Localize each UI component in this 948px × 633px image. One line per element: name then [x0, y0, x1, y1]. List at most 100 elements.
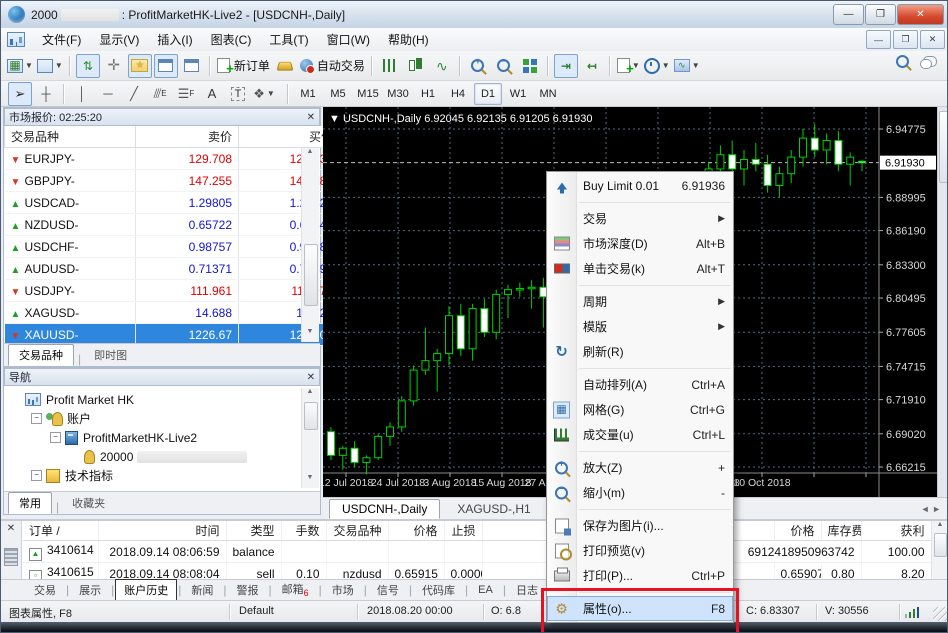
- market-watch-row[interactable]: ▲USDCHF-0.987570.98781: [5, 236, 340, 258]
- market-watch-row[interactable]: ▲NZDUSD-0.657220.65745: [5, 214, 340, 236]
- vertical-line-button[interactable]: │: [70, 82, 94, 106]
- expander-icon[interactable]: −: [31, 470, 42, 481]
- timeframe-w1[interactable]: W1: [504, 83, 532, 105]
- terminal-tab-6[interactable]: 市场: [323, 579, 363, 601]
- context-menu-item-3[interactable]: 市场深度(D)Alt+B: [547, 231, 733, 256]
- mdi-restore-button[interactable]: ❐: [893, 30, 918, 49]
- menu-item-0[interactable]: 文件(F): [33, 30, 90, 50]
- tab-navigator-1[interactable]: 收藏夹: [61, 492, 116, 514]
- terminal-tab-9[interactable]: EA: [469, 581, 502, 599]
- term-col-2[interactable]: 类型: [226, 521, 281, 541]
- terminal-tab-2[interactable]: 账户历史: [115, 579, 177, 601]
- market-watch-toggle-button[interactable]: [154, 54, 178, 78]
- fibonacci-button[interactable]: ☰F: [174, 82, 198, 106]
- minimize-button[interactable]: —: [833, 4, 864, 25]
- close-button[interactable]: ✕: [897, 4, 944, 25]
- context-menu-item-0[interactable]: Buy Limit 0.016.91936: [547, 173, 733, 198]
- terminal-tab-1[interactable]: 展示: [70, 579, 110, 601]
- menu-item-6[interactable]: 帮助(H): [379, 30, 438, 50]
- chat-icon[interactable]: [923, 56, 937, 67]
- text-label-button[interactable]: T: [226, 82, 250, 106]
- context-menu-item-4[interactable]: 单击交易(k)Alt+T: [547, 256, 733, 281]
- restore-button[interactable]: ❐: [865, 4, 896, 25]
- terminal-scrollbar[interactable]: ▲: [931, 521, 948, 579]
- term-col-1[interactable]: 时间: [98, 521, 226, 541]
- tick-chart-button[interactable]: ⇅: [76, 54, 100, 78]
- text-button[interactable]: A: [200, 82, 224, 106]
- chart-tab-0[interactable]: USDCNH-,Daily: [329, 499, 440, 519]
- symbols-button[interactable]: ★: [128, 54, 152, 78]
- mdi-minimize-button[interactable]: —: [866, 30, 891, 49]
- tree-item-3[interactable]: 20000: [4, 447, 320, 466]
- tree-item-2[interactable]: −ProfitMarketHK-Live2: [4, 428, 320, 447]
- chart-tab-1[interactable]: XAGUSD-,H1: [444, 499, 543, 519]
- context-menu-item-18[interactable]: 打印预览(v): [547, 538, 733, 563]
- terminal-tab-5[interactable]: 邮箱6: [273, 578, 318, 601]
- terminal-tab-0[interactable]: 交易: [25, 579, 65, 601]
- tab-market-watch-0[interactable]: 交易品种: [8, 344, 74, 366]
- history-row[interactable]: ▲34106142018.09.14 08:06:59balance691241…: [23, 541, 931, 563]
- term-col-6[interactable]: 止损: [444, 521, 482, 541]
- navigator-titlebar[interactable]: 导航 ✕: [4, 368, 320, 386]
- tab-scroll-arrows[interactable]: ◄ ►: [921, 504, 941, 514]
- term-col-10[interactable]: 获利: [861, 521, 931, 541]
- context-menu-item-6[interactable]: 周期▶: [547, 289, 733, 314]
- context-menu-item-10[interactable]: 自动排列(A)Ctrl+A: [547, 372, 733, 397]
- new-order-button[interactable]: 新订单: [216, 54, 271, 78]
- context-menu-item-7[interactable]: 模版▶: [547, 314, 733, 339]
- tile-windows-button[interactable]: [518, 54, 542, 78]
- expander-icon[interactable]: −: [31, 413, 42, 424]
- tab-navigator-0[interactable]: 常用: [8, 492, 52, 514]
- channel-button[interactable]: ⫻E: [148, 82, 172, 106]
- terminal-tab-8[interactable]: 代码库: [413, 579, 464, 601]
- close-icon[interactable]: ✕: [307, 372, 315, 383]
- navigator-scrollbar[interactable]: ▲ ▼: [301, 388, 319, 488]
- auto-scroll-button[interactable]: ⇥: [554, 54, 578, 78]
- chart-doc-icon[interactable]: [7, 32, 25, 47]
- term-col-8[interactable]: 价格: [774, 521, 821, 541]
- market-watch-row[interactable]: ▲AUDUSD-0.713710.71390: [5, 258, 340, 280]
- timeframe-m30[interactable]: M30: [384, 83, 412, 105]
- indicators-button[interactable]: ▼: [616, 54, 641, 78]
- history-row[interactable]: ▫34106152018.09.14 08:08:04sell0.10nzdus…: [23, 563, 931, 580]
- timeframe-h4[interactable]: H4: [444, 83, 472, 105]
- data-window-button[interactable]: [180, 54, 204, 78]
- timeframe-m5[interactable]: M5: [324, 83, 352, 105]
- candlestick-button[interactable]: [404, 54, 428, 78]
- line-chart-button[interactable]: ∿: [430, 54, 454, 78]
- market-watch-scrollbar[interactable]: ▲ ▼: [301, 148, 319, 342]
- market-watch-row[interactable]: ▲XAGUSD-14.68814.722: [5, 302, 340, 324]
- market-watch-titlebar[interactable]: 市场报价: 02:25:20 ✕: [4, 108, 320, 126]
- terminal-tab-4[interactable]: 警报: [228, 579, 268, 601]
- periods-button[interactable]: ▼: [643, 54, 671, 78]
- term-col-5[interactable]: 价格: [388, 521, 444, 541]
- autotrade-button[interactable]: 自动交易: [299, 54, 366, 78]
- market-watch-row[interactable]: ▲USDCAD-1.298051.29828: [5, 192, 340, 214]
- term-col-3[interactable]: 手数: [281, 521, 326, 541]
- status-profile[interactable]: Default: [239, 605, 274, 617]
- menu-item-4[interactable]: 工具(T): [260, 30, 317, 50]
- menu-item-2[interactable]: 插入(I): [148, 30, 201, 50]
- arrows-button[interactable]: ❖▼: [252, 82, 276, 106]
- market-watch-row[interactable]: ▼GBPJPY-147.255147.289: [5, 170, 340, 192]
- horizontal-line-button[interactable]: ─: [96, 82, 120, 106]
- mdi-close-button[interactable]: ✕: [920, 30, 945, 49]
- context-menu-item-15[interactable]: −缩小(m)-: [547, 480, 733, 505]
- context-menu-item-2[interactable]: 交易▶: [547, 206, 733, 231]
- mw-col-0[interactable]: 交易品种: [5, 126, 136, 148]
- terminal-tab-7[interactable]: 信号: [368, 579, 408, 601]
- expander-icon[interactable]: −: [50, 432, 61, 443]
- resize-grip[interactable]: [933, 607, 947, 621]
- context-menu-item-12[interactable]: 成交量(u)Ctrl+L: [547, 422, 733, 447]
- close-icon[interactable]: ✕: [1, 521, 21, 534]
- menu-item-5[interactable]: 窗口(W): [318, 30, 379, 50]
- cursor-button[interactable]: ➢: [8, 82, 32, 106]
- term-col-4[interactable]: 交易品种: [326, 521, 388, 541]
- mw-col-1[interactable]: 卖价: [136, 126, 239, 148]
- dock-icon[interactable]: [4, 548, 18, 566]
- tree-item-1[interactable]: −账户: [4, 409, 320, 428]
- trendline-button[interactable]: ╱: [122, 82, 146, 106]
- new-chart-button[interactable]: ▦▼: [6, 54, 34, 78]
- tab-market-watch-1[interactable]: 即时图: [83, 344, 138, 366]
- timeframe-mn[interactable]: MN: [534, 83, 562, 105]
